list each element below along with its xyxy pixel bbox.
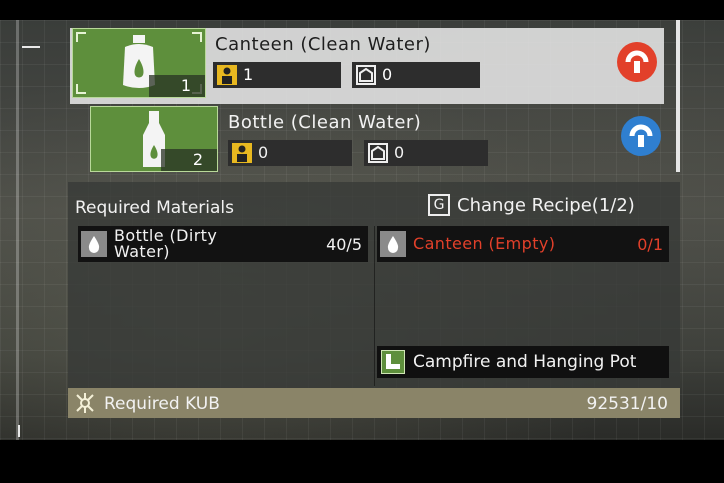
water-drop-icon xyxy=(81,231,107,257)
recipe-list-scrollbar[interactable] xyxy=(676,20,680,172)
recipe-item-icon: 1 xyxy=(72,28,206,98)
stat-person-value: 1 xyxy=(243,65,254,84)
required-materials-panel: Required Materials G Change Recipe(1/2) … xyxy=(68,182,680,388)
wrench-icon[interactable] xyxy=(617,42,657,82)
left-marker xyxy=(22,46,40,48)
material-bottle-dirty-water: Bottle (Dirty Water) 40/5 xyxy=(78,226,368,262)
wrench-icon[interactable] xyxy=(621,116,661,156)
left-tick xyxy=(18,425,20,437)
material-canteen-empty: Canteen (Empty) 0/1 xyxy=(377,226,669,262)
material-name-line2: Water) xyxy=(114,242,170,261)
recipe-quantity: 2 xyxy=(192,150,203,169)
stat-container-value: 0 xyxy=(394,143,405,162)
recipe-card-canteen[interactable]: 1 Canteen (Clean Water) 1 0 xyxy=(70,28,664,104)
kub-icon xyxy=(76,393,94,413)
stat-container: 0 xyxy=(352,62,480,88)
material-name: Canteen (Empty) xyxy=(413,234,556,253)
recipe-name: Canteen (Clean Water) xyxy=(215,34,431,55)
panel-divider xyxy=(374,226,375,386)
station-name: Campfire and Hanging Pot xyxy=(413,352,637,372)
material-count: 0/1 xyxy=(637,235,663,254)
change-recipe-label: Change Recipe(1/2) xyxy=(457,194,635,216)
person-icon xyxy=(217,65,237,85)
recipe-item-icon: 2 xyxy=(90,106,218,172)
stat-person: 0 xyxy=(228,140,352,166)
stat-container-value: 0 xyxy=(382,65,393,84)
stat-container: 0 xyxy=(364,140,488,166)
water-drop-icon xyxy=(380,231,406,257)
stat-person: 1 xyxy=(213,62,341,88)
recipe-card-bottle[interactable]: 2 Bottle (Clean Water) 0 0 xyxy=(88,104,668,174)
container-icon xyxy=(368,143,388,163)
required-kub-bar: Required KUB 92531/10 xyxy=(68,388,680,418)
panel-title: Required Materials xyxy=(75,198,234,218)
campfire-icon xyxy=(381,350,405,374)
container-icon xyxy=(356,65,376,85)
quantity-band xyxy=(161,149,217,171)
person-icon xyxy=(232,143,252,163)
quantity-band xyxy=(149,75,205,97)
kub-value: 92531/10 xyxy=(586,394,668,414)
material-count: 40/5 xyxy=(326,235,362,254)
recipe-quantity: 1 xyxy=(180,76,191,95)
kub-label: Required KUB xyxy=(104,394,220,414)
crafting-station: Campfire and Hanging Pot xyxy=(377,346,669,378)
recipe-name: Bottle (Clean Water) xyxy=(228,112,422,133)
left-scroll-rail xyxy=(16,20,19,440)
change-recipe-button[interactable]: G Change Recipe(1/2) xyxy=(428,192,635,218)
stat-person-value: 0 xyxy=(258,143,269,162)
key-g-icon: G xyxy=(428,194,450,216)
